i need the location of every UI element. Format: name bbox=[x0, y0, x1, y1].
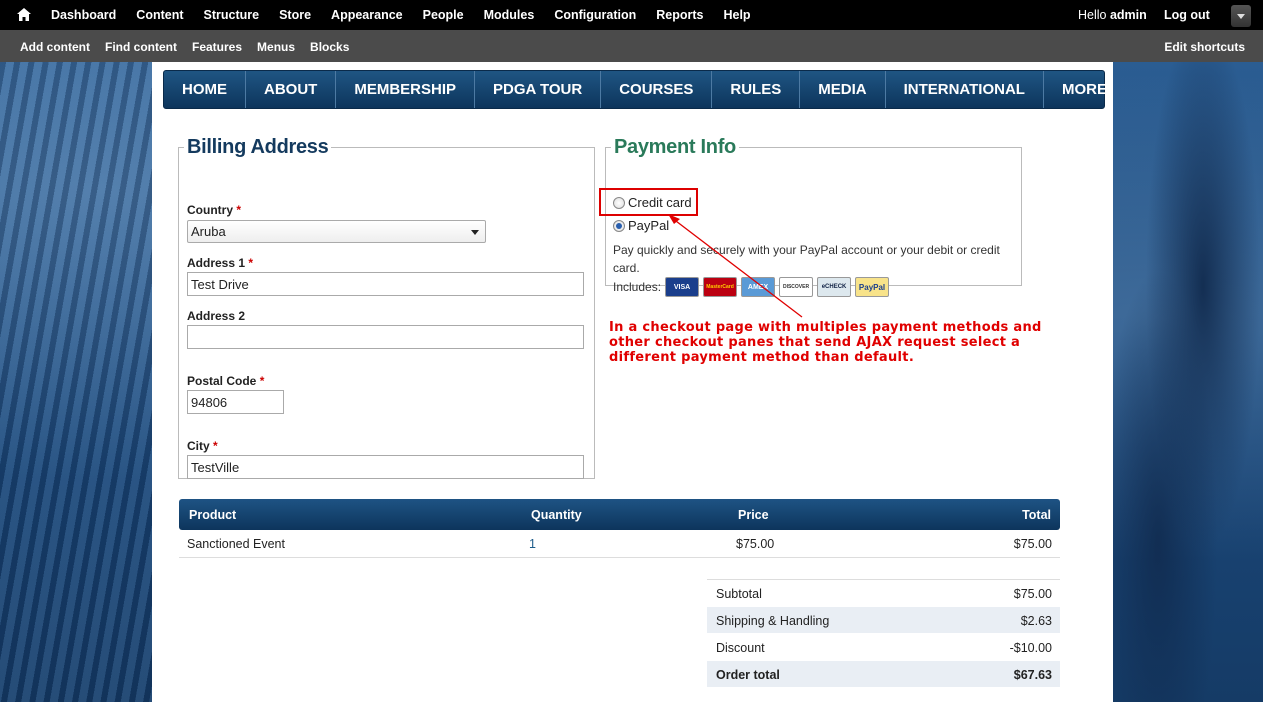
city-label: City * bbox=[187, 439, 218, 453]
main-nav: HOME ABOUT MEMBERSHIP PDGA TOUR COURSES … bbox=[163, 70, 1107, 109]
radio-button-selected[interactable] bbox=[613, 219, 625, 232]
table-row: Sanctioned Event 1 $75.00 $75.00 bbox=[179, 530, 1060, 558]
admin-menu-store[interactable]: Store bbox=[279, 8, 311, 22]
order-total-label: Order total bbox=[716, 668, 780, 682]
billing-address-title: Billing Address bbox=[187, 136, 329, 158]
nav-media[interactable]: MEDIA bbox=[800, 71, 886, 108]
nav-international[interactable]: INTERNATIONAL bbox=[886, 71, 1044, 108]
required-mark: * bbox=[248, 256, 254, 270]
annotation-highlight-box bbox=[599, 188, 698, 216]
order-total-row: Order total $67.63 bbox=[707, 661, 1060, 688]
background-chains-image bbox=[0, 62, 152, 702]
admin-menu-modules[interactable]: Modules bbox=[484, 8, 535, 22]
address1-label: Address 1 * bbox=[187, 256, 253, 270]
annotation-arrow-icon bbox=[668, 214, 803, 318]
shortcut-add-content[interactable]: Add content bbox=[20, 40, 90, 54]
header-product: Product bbox=[189, 508, 237, 522]
country-label-text: Country bbox=[187, 203, 233, 217]
product-price: $75.00 bbox=[736, 537, 775, 551]
checkout-page: HOME ABOUT MEMBERSHIP PDGA TOUR COURSES … bbox=[152, 62, 1113, 702]
required-mark: * bbox=[259, 374, 265, 388]
order-total-value: $67.63 bbox=[1013, 668, 1052, 682]
logout-link[interactable]: Log out bbox=[1164, 8, 1210, 22]
shortcut-features[interactable]: Features bbox=[192, 40, 242, 54]
nav-membership[interactable]: MEMBERSHIP bbox=[336, 71, 476, 108]
admin-menu-configuration[interactable]: Configuration bbox=[554, 8, 636, 22]
country-label: Country * bbox=[187, 203, 241, 217]
home-icon[interactable] bbox=[17, 8, 31, 21]
background-figure-image bbox=[1113, 62, 1263, 702]
nav-about[interactable]: ABOUT bbox=[246, 71, 337, 108]
admin-menu-content[interactable]: Content bbox=[136, 8, 183, 22]
postal-code-label-text: Postal Code bbox=[187, 374, 257, 388]
address1-field[interactable]: Test Drive bbox=[187, 272, 584, 296]
subtotal-value: $75.00 bbox=[1013, 587, 1052, 601]
admin-menu-appearance[interactable]: Appearance bbox=[331, 8, 403, 22]
user-greeting: Hello admin bbox=[1078, 8, 1147, 22]
edit-shortcuts-link[interactable]: Edit shortcuts bbox=[1164, 40, 1245, 54]
postal-code-label: Postal Code * bbox=[187, 374, 264, 388]
admin-menu-structure[interactable]: Structure bbox=[204, 8, 260, 22]
subtotal-label: Subtotal bbox=[716, 587, 762, 601]
country-value: Aruba bbox=[191, 224, 226, 239]
annotation-text: In a checkout page with multiples paymen… bbox=[609, 320, 1042, 365]
address2-label: Address 2 bbox=[187, 309, 246, 323]
shortcut-blocks[interactable]: Blocks bbox=[310, 40, 349, 54]
nav-pdga-tour[interactable]: PDGA TOUR bbox=[475, 71, 602, 108]
required-mark: * bbox=[236, 203, 242, 217]
includes-label: Includes: bbox=[613, 280, 662, 294]
header-price: Price bbox=[738, 508, 769, 522]
payment-info-title: Payment Info bbox=[614, 136, 736, 158]
header-total: Total bbox=[1022, 508, 1051, 522]
admin-menu-dashboard[interactable]: Dashboard bbox=[51, 8, 116, 22]
city-label-text: City bbox=[187, 439, 210, 453]
address2-field[interactable] bbox=[187, 325, 584, 349]
header-quantity: Quantity bbox=[531, 508, 582, 522]
nav-rules[interactable]: RULES bbox=[712, 71, 801, 108]
echeck-logo: eCHECK bbox=[817, 277, 852, 297]
product-quantity: 1 bbox=[529, 537, 536, 551]
admin-menu: Dashboard Content Structure Store Appear… bbox=[51, 8, 771, 22]
product-total: $75.00 bbox=[1013, 537, 1052, 551]
greeting-text: Hello bbox=[1078, 8, 1110, 22]
billing-address-pane: Billing Address Country * Aruba Address … bbox=[178, 136, 595, 479]
order-totals: Subtotal $75.00 Shipping & Handling $2.6… bbox=[707, 579, 1060, 688]
country-select[interactable]: Aruba bbox=[187, 220, 486, 243]
admin-menu-people[interactable]: People bbox=[423, 8, 464, 22]
admin-toolbar: Dashboard Content Structure Store Appear… bbox=[0, 0, 1263, 30]
username-link[interactable]: admin bbox=[1110, 8, 1147, 22]
shipping-value: $2.63 bbox=[1020, 614, 1052, 628]
nav-home[interactable]: HOME bbox=[164, 71, 246, 108]
discount-row: Discount -$10.00 bbox=[707, 634, 1060, 661]
shortcut-links: Add content Find content Features Menus … bbox=[20, 40, 364, 54]
cart-table-header: Product Quantity Price Total bbox=[179, 499, 1060, 530]
product-name: Sanctioned Event bbox=[187, 537, 285, 551]
paypal-logo: PayPal bbox=[855, 277, 890, 297]
shortcut-find-content[interactable]: Find content bbox=[105, 40, 177, 54]
required-mark: * bbox=[213, 439, 218, 453]
discount-label: Discount bbox=[716, 641, 765, 655]
shipping-row: Shipping & Handling $2.63 bbox=[707, 607, 1060, 634]
nav-more[interactable]: MORE bbox=[1044, 71, 1125, 108]
shipping-label: Shipping & Handling bbox=[716, 614, 830, 628]
shortcuts-toggle-button[interactable] bbox=[1231, 5, 1251, 27]
postal-code-field[interactable]: 94806 bbox=[187, 390, 284, 414]
admin-menu-reports[interactable]: Reports bbox=[656, 8, 703, 22]
chevron-down-icon bbox=[471, 230, 479, 235]
nav-courses[interactable]: COURSES bbox=[601, 71, 713, 108]
payment-option-paypal[interactable]: PayPal bbox=[613, 218, 669, 233]
cart-table: Product Quantity Price Total Sanctioned … bbox=[179, 499, 1060, 558]
city-field[interactable]: TestVille bbox=[187, 455, 584, 479]
shortcuts-bar: Add content Find content Features Menus … bbox=[0, 30, 1263, 62]
address1-label-text: Address 1 bbox=[187, 256, 246, 270]
subtotal-row: Subtotal $75.00 bbox=[707, 580, 1060, 607]
admin-menu-help[interactable]: Help bbox=[723, 8, 750, 22]
discount-value: -$10.00 bbox=[1009, 641, 1052, 655]
shortcut-menus[interactable]: Menus bbox=[257, 40, 295, 54]
